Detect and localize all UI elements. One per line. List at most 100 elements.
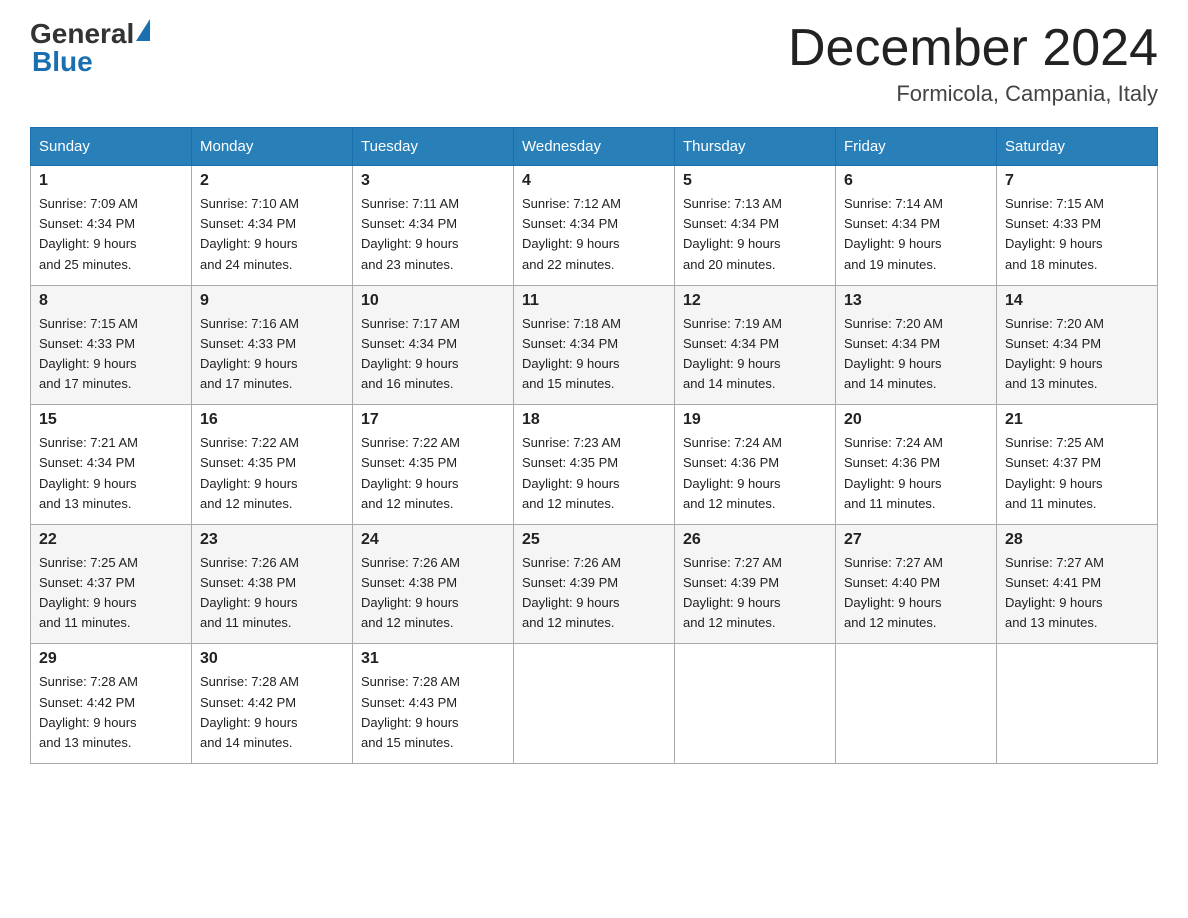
page-header: General Blue December 2024 Formicola, Ca… bbox=[30, 20, 1158, 107]
day-number: 31 bbox=[361, 650, 505, 668]
day-number: 18 bbox=[522, 411, 666, 429]
table-row: 21 Sunrise: 7:25 AMSunset: 4:37 PMDaylig… bbox=[997, 405, 1158, 525]
table-row: 15 Sunrise: 7:21 AMSunset: 4:34 PMDaylig… bbox=[31, 405, 192, 525]
day-number: 29 bbox=[39, 650, 183, 668]
day-number: 12 bbox=[683, 292, 827, 310]
table-row: 6 Sunrise: 7:14 AMSunset: 4:34 PMDayligh… bbox=[836, 166, 997, 286]
day-info: Sunrise: 7:16 AMSunset: 4:33 PMDaylight:… bbox=[200, 316, 299, 391]
table-row bbox=[514, 644, 675, 764]
title-block: December 2024 Formicola, Campania, Italy bbox=[788, 20, 1158, 107]
location-title: Formicola, Campania, Italy bbox=[788, 81, 1158, 107]
day-number: 11 bbox=[522, 292, 666, 310]
calendar-week-row: 29 Sunrise: 7:28 AMSunset: 4:42 PMDaylig… bbox=[31, 644, 1158, 764]
day-number: 13 bbox=[844, 292, 988, 310]
day-info: Sunrise: 7:13 AMSunset: 4:34 PMDaylight:… bbox=[683, 196, 782, 271]
day-info: Sunrise: 7:22 AMSunset: 4:35 PMDaylight:… bbox=[200, 435, 299, 510]
col-friday: Friday bbox=[836, 128, 997, 166]
table-row: 9 Sunrise: 7:16 AMSunset: 4:33 PMDayligh… bbox=[192, 285, 353, 405]
day-number: 27 bbox=[844, 531, 988, 549]
day-info: Sunrise: 7:14 AMSunset: 4:34 PMDaylight:… bbox=[844, 196, 943, 271]
day-number: 16 bbox=[200, 411, 344, 429]
day-number: 23 bbox=[200, 531, 344, 549]
day-number: 21 bbox=[1005, 411, 1149, 429]
month-title: December 2024 bbox=[788, 20, 1158, 77]
day-number: 20 bbox=[844, 411, 988, 429]
table-row: 22 Sunrise: 7:25 AMSunset: 4:37 PMDaylig… bbox=[31, 524, 192, 644]
day-info: Sunrise: 7:20 AMSunset: 4:34 PMDaylight:… bbox=[1005, 316, 1104, 391]
table-row bbox=[675, 644, 836, 764]
day-number: 28 bbox=[1005, 531, 1149, 549]
day-info: Sunrise: 7:12 AMSunset: 4:34 PMDaylight:… bbox=[522, 196, 621, 271]
day-info: Sunrise: 7:26 AMSunset: 4:38 PMDaylight:… bbox=[200, 555, 299, 630]
day-info: Sunrise: 7:21 AMSunset: 4:34 PMDaylight:… bbox=[39, 435, 138, 510]
col-wednesday: Wednesday bbox=[514, 128, 675, 166]
day-info: Sunrise: 7:28 AMSunset: 4:42 PMDaylight:… bbox=[39, 674, 138, 749]
day-info: Sunrise: 7:25 AMSunset: 4:37 PMDaylight:… bbox=[39, 555, 138, 630]
day-info: Sunrise: 7:10 AMSunset: 4:34 PMDaylight:… bbox=[200, 196, 299, 271]
calendar-week-row: 22 Sunrise: 7:25 AMSunset: 4:37 PMDaylig… bbox=[31, 524, 1158, 644]
col-tuesday: Tuesday bbox=[353, 128, 514, 166]
day-info: Sunrise: 7:24 AMSunset: 4:36 PMDaylight:… bbox=[844, 435, 943, 510]
day-number: 4 bbox=[522, 172, 666, 190]
day-number: 19 bbox=[683, 411, 827, 429]
logo-general: General bbox=[30, 20, 134, 48]
col-monday: Monday bbox=[192, 128, 353, 166]
table-row: 13 Sunrise: 7:20 AMSunset: 4:34 PMDaylig… bbox=[836, 285, 997, 405]
table-row: 28 Sunrise: 7:27 AMSunset: 4:41 PMDaylig… bbox=[997, 524, 1158, 644]
table-row: 19 Sunrise: 7:24 AMSunset: 4:36 PMDaylig… bbox=[675, 405, 836, 525]
table-row: 24 Sunrise: 7:26 AMSunset: 4:38 PMDaylig… bbox=[353, 524, 514, 644]
day-info: Sunrise: 7:11 AMSunset: 4:34 PMDaylight:… bbox=[361, 196, 459, 271]
table-row: 1 Sunrise: 7:09 AMSunset: 4:34 PMDayligh… bbox=[31, 166, 192, 286]
table-row: 12 Sunrise: 7:19 AMSunset: 4:34 PMDaylig… bbox=[675, 285, 836, 405]
day-info: Sunrise: 7:28 AMSunset: 4:42 PMDaylight:… bbox=[200, 674, 299, 749]
table-row: 4 Sunrise: 7:12 AMSunset: 4:34 PMDayligh… bbox=[514, 166, 675, 286]
calendar-week-row: 1 Sunrise: 7:09 AMSunset: 4:34 PMDayligh… bbox=[31, 166, 1158, 286]
table-row: 5 Sunrise: 7:13 AMSunset: 4:34 PMDayligh… bbox=[675, 166, 836, 286]
day-number: 6 bbox=[844, 172, 988, 190]
day-number: 9 bbox=[200, 292, 344, 310]
day-number: 10 bbox=[361, 292, 505, 310]
table-row: 8 Sunrise: 7:15 AMSunset: 4:33 PMDayligh… bbox=[31, 285, 192, 405]
day-info: Sunrise: 7:27 AMSunset: 4:41 PMDaylight:… bbox=[1005, 555, 1104, 630]
day-number: 14 bbox=[1005, 292, 1149, 310]
table-row: 30 Sunrise: 7:28 AMSunset: 4:42 PMDaylig… bbox=[192, 644, 353, 764]
day-number: 26 bbox=[683, 531, 827, 549]
day-number: 15 bbox=[39, 411, 183, 429]
table-row: 26 Sunrise: 7:27 AMSunset: 4:39 PMDaylig… bbox=[675, 524, 836, 644]
day-info: Sunrise: 7:09 AMSunset: 4:34 PMDaylight:… bbox=[39, 196, 138, 271]
day-number: 17 bbox=[361, 411, 505, 429]
day-info: Sunrise: 7:27 AMSunset: 4:39 PMDaylight:… bbox=[683, 555, 782, 630]
table-row: 7 Sunrise: 7:15 AMSunset: 4:33 PMDayligh… bbox=[997, 166, 1158, 286]
logo-icon bbox=[136, 19, 150, 41]
day-number: 25 bbox=[522, 531, 666, 549]
table-row: 11 Sunrise: 7:18 AMSunset: 4:34 PMDaylig… bbox=[514, 285, 675, 405]
table-row: 14 Sunrise: 7:20 AMSunset: 4:34 PMDaylig… bbox=[997, 285, 1158, 405]
calendar-header-row: Sunday Monday Tuesday Wednesday Thursday… bbox=[31, 128, 1158, 166]
day-number: 3 bbox=[361, 172, 505, 190]
table-row: 20 Sunrise: 7:24 AMSunset: 4:36 PMDaylig… bbox=[836, 405, 997, 525]
day-info: Sunrise: 7:15 AMSunset: 4:33 PMDaylight:… bbox=[39, 316, 138, 391]
col-thursday: Thursday bbox=[675, 128, 836, 166]
table-row: 25 Sunrise: 7:26 AMSunset: 4:39 PMDaylig… bbox=[514, 524, 675, 644]
table-row: 3 Sunrise: 7:11 AMSunset: 4:34 PMDayligh… bbox=[353, 166, 514, 286]
calendar-week-row: 15 Sunrise: 7:21 AMSunset: 4:34 PMDaylig… bbox=[31, 405, 1158, 525]
day-info: Sunrise: 7:24 AMSunset: 4:36 PMDaylight:… bbox=[683, 435, 782, 510]
day-info: Sunrise: 7:28 AMSunset: 4:43 PMDaylight:… bbox=[361, 674, 460, 749]
day-info: Sunrise: 7:26 AMSunset: 4:38 PMDaylight:… bbox=[361, 555, 460, 630]
col-sunday: Sunday bbox=[31, 128, 192, 166]
day-number: 24 bbox=[361, 531, 505, 549]
day-number: 5 bbox=[683, 172, 827, 190]
table-row: 17 Sunrise: 7:22 AMSunset: 4:35 PMDaylig… bbox=[353, 405, 514, 525]
day-number: 30 bbox=[200, 650, 344, 668]
logo-blue: Blue bbox=[32, 48, 93, 76]
day-info: Sunrise: 7:19 AMSunset: 4:34 PMDaylight:… bbox=[683, 316, 782, 391]
col-saturday: Saturday bbox=[997, 128, 1158, 166]
day-info: Sunrise: 7:25 AMSunset: 4:37 PMDaylight:… bbox=[1005, 435, 1104, 510]
table-row: 18 Sunrise: 7:23 AMSunset: 4:35 PMDaylig… bbox=[514, 405, 675, 525]
day-info: Sunrise: 7:15 AMSunset: 4:33 PMDaylight:… bbox=[1005, 196, 1104, 271]
table-row: 31 Sunrise: 7:28 AMSunset: 4:43 PMDaylig… bbox=[353, 644, 514, 764]
logo: General Blue bbox=[30, 20, 150, 76]
table-row bbox=[836, 644, 997, 764]
day-info: Sunrise: 7:23 AMSunset: 4:35 PMDaylight:… bbox=[522, 435, 621, 510]
day-info: Sunrise: 7:27 AMSunset: 4:40 PMDaylight:… bbox=[844, 555, 943, 630]
